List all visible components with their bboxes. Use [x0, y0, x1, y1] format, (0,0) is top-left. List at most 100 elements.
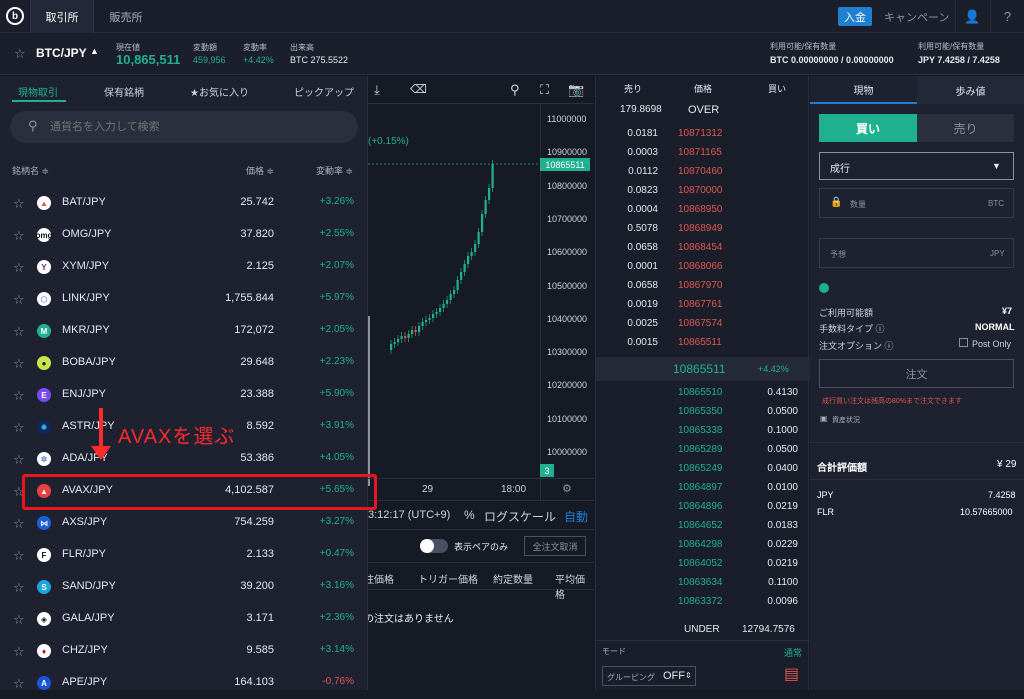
market-row[interactable]: ☆ ▲ BAT/JPY 25.742 +3.26%	[0, 187, 368, 219]
tab-spot[interactable]: 現物取引	[18, 84, 58, 99]
favorite-star-icon[interactable]: ☆	[13, 644, 25, 660]
ask-row[interactable]: 0.0019 10867761	[596, 296, 810, 315]
estimate-input[interactable]: 予想 JPY	[819, 238, 1014, 268]
col-name[interactable]: 銘柄名 ≑	[12, 164, 49, 177]
bid-row[interactable]: 10864896 0.0219	[596, 498, 810, 517]
favorite-star-icon[interactable]: ☆	[13, 260, 25, 276]
ask-row[interactable]: 0.0004 10868950	[596, 201, 810, 220]
bid-row[interactable]: 10865350 0.0500	[596, 403, 810, 422]
col-change[interactable]: 変動率 ≑	[316, 164, 353, 177]
pair-price: 9.585	[246, 644, 274, 656]
pair-selector[interactable]: BTC/JPY	[36, 46, 87, 60]
campaign-link[interactable]: キャンペーン	[884, 9, 949, 25]
favorite-star-icon[interactable]: ☆	[14, 46, 26, 62]
tab-spot-order[interactable]: 現物	[810, 76, 917, 104]
settings-gear-icon[interactable]: ⚙	[562, 482, 572, 495]
ask-row[interactable]: 0.5078 10868949	[596, 220, 810, 239]
bid-row[interactable]: 10865289 0.0500	[596, 441, 810, 460]
deposit-button[interactable]: 入金	[838, 7, 872, 26]
favorite-star-icon[interactable]: ☆	[13, 292, 25, 308]
bid-row[interactable]: 10863372 0.0096	[596, 593, 810, 612]
favorite-star-icon[interactable]: ☆	[13, 356, 25, 372]
market-row[interactable]: ☆ E ENJ/JPY 23.388 +5.90%	[0, 379, 368, 411]
auto-scale-button[interactable]: 自動	[564, 508, 588, 525]
ask-row[interactable]: 0.0181 10871312	[596, 125, 810, 144]
show-pair-toggle[interactable]	[420, 539, 448, 553]
col-price[interactable]: 価格 ≑	[246, 164, 274, 177]
favorite-star-icon[interactable]: ☆	[13, 228, 25, 244]
bid-row[interactable]: 10865338 0.1000	[596, 422, 810, 441]
favorite-star-icon[interactable]: ☆	[13, 580, 25, 596]
ask-amount: 0.0181	[627, 128, 658, 139]
pair-name: LINK/JPY	[62, 292, 110, 304]
ask-row[interactable]: 0.0658 10868454	[596, 239, 810, 258]
order-button[interactable]: 注文	[819, 359, 1014, 388]
ask-row[interactable]: 0.0001 10868066	[596, 258, 810, 277]
bid-row[interactable]: 10864298 0.0229	[596, 536, 810, 555]
search-input[interactable]	[50, 118, 340, 136]
favorite-star-icon[interactable]: ☆	[13, 420, 25, 436]
chart-canvas[interactable]	[368, 104, 540, 478]
quantity-input[interactable]: 🔒 数量 BTC	[819, 188, 1014, 218]
ask-row[interactable]: 0.0025 10867574	[596, 315, 810, 334]
percent-button[interactable]: %	[464, 508, 475, 522]
tab-holdings[interactable]: 保有銘柄	[104, 84, 144, 99]
amount-slider-handle[interactable]	[819, 283, 829, 293]
market-row[interactable]: ☆ F FLR/JPY 2.133 +0.47%	[0, 539, 368, 571]
ask-row[interactable]: 0.0112 10870460	[596, 163, 810, 182]
ask-row[interactable]: 0.0015 10865511	[596, 334, 810, 353]
favorite-star-icon[interactable]: ☆	[13, 324, 25, 340]
tab-pickup[interactable]: ピックアップ	[294, 84, 354, 99]
caret-up-icon[interactable]: ▲	[90, 46, 99, 56]
camera-icon[interactable]: 📷	[568, 82, 584, 98]
tab-trades[interactable]: 歩み値	[917, 76, 1024, 104]
fullscreen-icon[interactable]: ⛶	[540, 82, 549, 98]
user-icon[interactable]: 👤	[955, 0, 989, 33]
buy-button[interactable]: 買い	[819, 114, 917, 142]
post-only-checkbox[interactable]	[959, 338, 968, 347]
help-icon[interactable]: ?	[990, 0, 1024, 33]
market-row[interactable]: ☆ S SAND/JPY 39.200 +3.16%	[0, 571, 368, 603]
grouping-select[interactable]: グルーピング OFF ⇕	[602, 666, 696, 686]
chart-bottom-bar: 3:12:17 (UTC+9) % ログスケール 自動	[368, 500, 594, 530]
asset-status-link[interactable]: 資産状況	[832, 415, 860, 425]
market-row[interactable]: ☆ ◈ GALA/JPY 3.171 +2.36%	[0, 603, 368, 635]
sell-button[interactable]: 売り	[917, 114, 1014, 142]
market-row[interactable]: ☆ omg OMG/JPY 37.820 +2.55%	[0, 219, 368, 251]
favorite-star-icon[interactable]: ☆	[13, 388, 25, 404]
favorite-star-icon[interactable]: ☆	[13, 548, 25, 564]
cancel-all-button[interactable]: 全注文取消	[524, 536, 586, 556]
market-row[interactable]: ☆ ⬡ LINK/JPY 1,755.844 +5.97%	[0, 283, 368, 315]
pair-name: OMG/JPY	[62, 228, 112, 240]
market-row[interactable]: ☆ ⋈ AXS/JPY 754.259 +3.27%	[0, 507, 368, 539]
ask-row[interactable]: 0.0003 10871165	[596, 144, 810, 163]
favorite-star-icon[interactable]: ☆	[13, 196, 25, 212]
tab-exchange[interactable]: 取引所	[30, 0, 94, 33]
ask-row[interactable]: 0.0823 10870000	[596, 182, 810, 201]
tab-favorites[interactable]: ★お気に入り	[190, 84, 249, 99]
bid-row[interactable]: 10864897 0.0100	[596, 479, 810, 498]
search-box[interactable]: ⚲	[10, 111, 358, 143]
bitbank-logo[interactable]: b	[6, 7, 24, 25]
bid-row[interactable]: 10865249 0.0400	[596, 460, 810, 479]
bid-row[interactable]: 10864052 0.0219	[596, 555, 810, 574]
eraser-icon[interactable]: ⌫	[410, 82, 427, 96]
download-icon[interactable]: ⤓	[374, 82, 380, 98]
market-row[interactable]: ☆ ● BOBA/JPY 29.648 +2.23%	[0, 347, 368, 379]
favorite-star-icon[interactable]: ☆	[13, 516, 25, 532]
order-type-select[interactable]: 成行 ▼	[819, 152, 1014, 180]
log-scale-button[interactable]: ログスケール	[484, 508, 556, 525]
favorite-star-icon[interactable]: ☆	[13, 452, 25, 468]
bid-row[interactable]: 10864652 0.0183	[596, 517, 810, 536]
bid-row[interactable]: 10863634 0.1100	[596, 574, 810, 593]
zoom-icon[interactable]: ⚲	[510, 82, 520, 98]
layout-icon[interactable]: ▤	[784, 664, 799, 684]
market-row[interactable]: ☆ Y XYM/JPY 2.125 +2.07%	[0, 251, 368, 283]
ask-row[interactable]: 0.0658 10867970	[596, 277, 810, 296]
favorite-star-icon[interactable]: ☆	[13, 612, 25, 628]
market-row[interactable]: ☆ A APE/JPY 164.103 -0.76%	[0, 667, 368, 699]
bid-row[interactable]: 10865510 0.4130	[596, 384, 810, 403]
tab-store[interactable]: 販売所	[94, 0, 158, 33]
market-row[interactable]: ☆ ♦ CHZ/JPY 9.585 +3.14%	[0, 635, 368, 667]
market-row[interactable]: ☆ M MKR/JPY 172,072 +2.05%	[0, 315, 368, 347]
